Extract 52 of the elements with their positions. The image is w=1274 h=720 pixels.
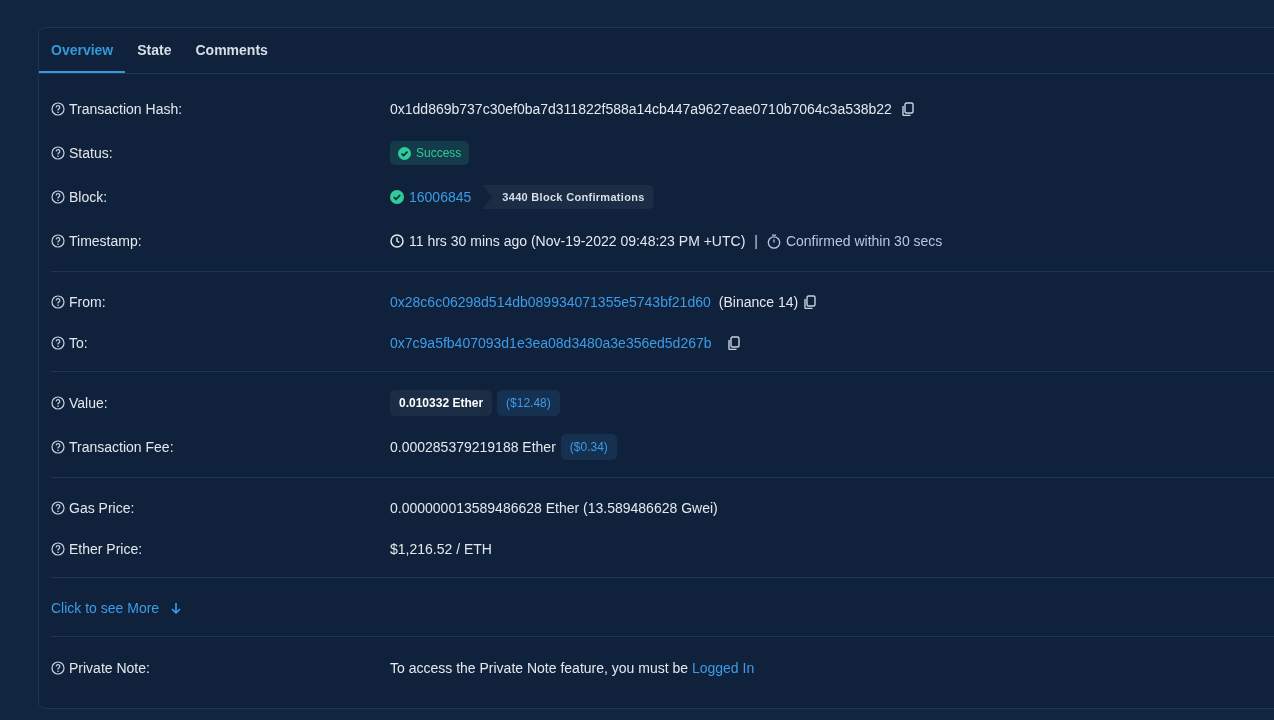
help-icon xyxy=(51,661,65,675)
address-link[interactable]: 0x28c6c06298d514db089934071355e5743bf21d60 xyxy=(390,293,711,310)
private-note-text: To access the Private Note feature, you must be Logged In xyxy=(390,660,755,676)
help-icon xyxy=(51,541,65,556)
copy-icon[interactable] xyxy=(900,102,914,116)
help-icon xyxy=(51,294,65,309)
status-badge: Success xyxy=(390,141,470,165)
tab[interactable]: Overview xyxy=(39,28,126,73)
tab[interactable]: State xyxy=(125,28,184,73)
field-value: $1,216.52 / ETH xyxy=(390,540,492,557)
transaction-hash: 0x1dd869b737c30ef0ba7d311822f588a14cb447a9627eae0710b7064c3a538b22 xyxy=(390,101,892,117)
field-label: Timestamp: xyxy=(69,233,142,249)
tab[interactable]: Comments xyxy=(183,28,280,73)
arrow-down-icon[interactable] xyxy=(171,601,182,614)
field-label: Gas Price: xyxy=(69,499,135,516)
help-icon xyxy=(51,102,65,116)
field-value: 0.000000013589486628 Ether (13.589486628 Gwei) xyxy=(390,499,718,516)
field-label: To: xyxy=(69,334,88,351)
help-icon xyxy=(51,146,65,160)
login-link[interactable]: Logged In xyxy=(691,660,755,676)
fee-amount: 0.000285379219188 Ether xyxy=(390,439,556,455)
help-icon xyxy=(51,190,65,204)
address-name: (Binance 14) xyxy=(718,293,799,310)
block-number-link[interactable]: 16006845 xyxy=(409,189,472,205)
check-circle-icon xyxy=(390,190,404,204)
field-label: Transaction Hash: xyxy=(69,101,183,117)
separator: | xyxy=(754,233,758,249)
clock-icon xyxy=(390,234,404,248)
ether-amount: 0.010332 Ether xyxy=(390,390,493,416)
check-circle-icon xyxy=(398,146,411,160)
help-icon xyxy=(51,234,65,248)
help-icon xyxy=(51,335,65,350)
field-label: Value: xyxy=(69,395,108,411)
field-label: Private Note: xyxy=(69,660,150,676)
field-label: Status: xyxy=(69,145,113,161)
copy-icon[interactable] xyxy=(803,294,817,309)
usd-amount: ($0.34) xyxy=(560,434,617,460)
field-label: From: xyxy=(69,293,106,310)
help-icon xyxy=(51,396,65,410)
address-link[interactable]: 0x7c9a5fb407093d1e3ea08d3480a3e356ed5d267b xyxy=(390,334,712,351)
stopwatch-icon xyxy=(766,233,781,249)
field-label: Ether Price: xyxy=(69,540,143,557)
copy-icon[interactable] xyxy=(726,335,740,350)
help-icon xyxy=(51,440,65,454)
field-label: Block: xyxy=(69,189,108,205)
field-label: Transaction Fee: xyxy=(69,439,174,455)
usd-amount: ($12.48) xyxy=(497,390,560,416)
timestamp-text: 11 hrs 30 mins ago (Nov-19-2022 09:48:23 PM +UTC) xyxy=(409,233,746,249)
see-more-link[interactable]: Click to see More xyxy=(51,599,160,616)
confirmation-time: Confirmed within 30 secs xyxy=(785,233,943,249)
confirmations-badge: 3440 Block Confirmations xyxy=(482,185,654,209)
help-icon xyxy=(51,500,65,515)
